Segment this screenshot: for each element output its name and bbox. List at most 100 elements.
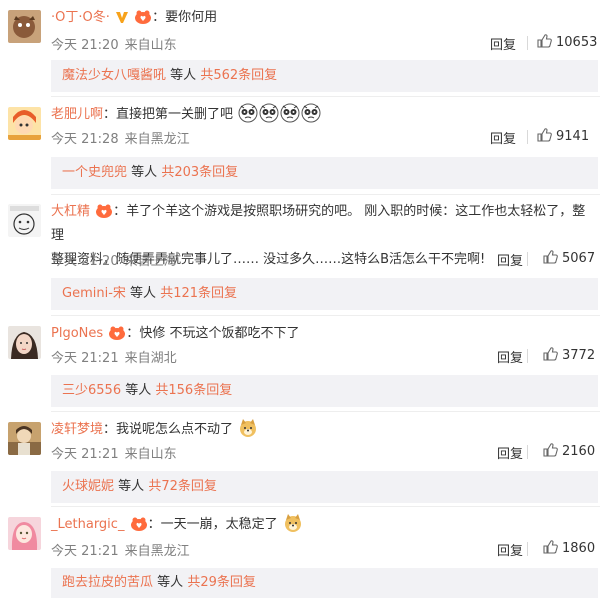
avatar[interactable] xyxy=(8,422,41,455)
sub-reply-user[interactable]: Gemini-宋 xyxy=(62,286,126,301)
avatar[interactable] xyxy=(8,326,41,359)
sub-reply-user[interactable]: 三少6556 xyxy=(62,383,121,398)
avatar[interactable] xyxy=(8,204,41,237)
comment-meta: 今天 21:21 来自湖北 xyxy=(51,347,177,366)
comment-text: 快修 不玩这个饭都吃不下了 xyxy=(139,326,300,341)
username-link[interactable]: _Lethargic_ xyxy=(51,517,124,532)
sub-reply-etc: 等人 xyxy=(131,165,158,180)
comment-time: 今天 21:20 xyxy=(51,38,119,53)
sub-reply-count[interactable]: 共29条回复 xyxy=(187,575,256,590)
avatar[interactable] xyxy=(8,517,41,550)
crying-emoji-icon xyxy=(280,103,300,123)
reply-button[interactable]: 回复 xyxy=(497,250,523,269)
divider xyxy=(527,252,528,266)
comment-time: 今天 21:28 xyxy=(51,132,119,147)
colon-separator: ： xyxy=(152,10,166,25)
sub-reply-user[interactable]: 火球妮妮 xyxy=(62,479,114,494)
reply-button[interactable]: 回复 xyxy=(497,443,523,462)
sub-reply-count[interactable]: 共121条回复 xyxy=(160,286,237,301)
svg-text:♥: ♥ xyxy=(101,209,107,217)
like-button[interactable]: 10653 xyxy=(537,34,597,50)
sub-reply-user[interactable]: 魔法少女八嘎酱吼 xyxy=(62,68,166,83)
reply-button[interactable]: 回复 xyxy=(490,128,516,147)
comment-meta: 今天 21:28 来自黑龙江 xyxy=(51,128,190,147)
comment-separator xyxy=(51,96,600,97)
thumbs-up-icon xyxy=(543,443,558,457)
comment-meta: 今天 21:20 来自山东 xyxy=(51,34,177,53)
avatar[interactable] xyxy=(8,10,41,43)
like-button[interactable]: 3772 xyxy=(543,347,595,363)
username-link[interactable]: 大杠精 xyxy=(51,204,90,219)
username-link[interactable]: PlgoNes xyxy=(51,326,103,341)
like-button[interactable]: 5067 xyxy=(543,250,595,266)
username-link[interactable]: 老肥儿啊 xyxy=(51,107,103,122)
sub-reply-count[interactable]: 共72条回复 xyxy=(148,479,217,494)
colon-separator: ： xyxy=(147,517,161,532)
sub-reply-etc: 等人 xyxy=(118,479,145,494)
reply-button[interactable]: 回复 xyxy=(497,540,523,559)
svg-text:♥: ♥ xyxy=(114,331,120,339)
crying-emoji-icon xyxy=(301,103,321,123)
divider xyxy=(527,445,528,459)
vip-v-icon xyxy=(115,10,129,24)
sub-reply-summary[interactable]: 一个史兜兜 等人 共203条回复 xyxy=(51,157,598,189)
sub-reply-summary[interactable]: 魔法少女八嘎酱吼 等人 共562条回复 xyxy=(51,60,598,92)
comment-separator xyxy=(51,194,600,195)
comment-location: 来自湖北 xyxy=(124,351,177,366)
like-count: 1860 xyxy=(562,541,596,556)
sub-reply-user[interactable]: 一个史兜兜 xyxy=(62,165,127,180)
sub-reply-count[interactable]: 共203条回复 xyxy=(161,165,238,180)
sub-reply-user[interactable]: 跑去拉皮的苦瓜 xyxy=(62,575,153,590)
comment-text: 羊了个羊这个游戏是按照职场研究的吧。 刚入职的时候：这工作也太轻松了，整理 xyxy=(51,204,586,243)
like-count: 5067 xyxy=(562,251,596,266)
comment-meta: 今天 21:21 来自黑龙江 xyxy=(51,540,190,559)
sub-reply-summary[interactable]: 三少6556 等人 共156条回复 xyxy=(51,375,598,407)
thumbs-up-icon xyxy=(543,250,558,264)
comment-time: 今天 21:21 xyxy=(51,351,119,366)
sub-reply-summary[interactable]: 跑去拉皮的苦瓜 等人 共29条回复 xyxy=(51,568,598,598)
sub-reply-count[interactable]: 共156条回复 xyxy=(155,383,232,398)
sub-reply-summary[interactable]: 火球妮妮 等人 共72条回复 xyxy=(51,471,598,503)
comment-location: 来自黑龙江 xyxy=(124,544,190,559)
like-count: 3772 xyxy=(562,348,596,363)
username-link[interactable]: ·O丁·O冬· xyxy=(51,10,110,25)
divider xyxy=(527,542,528,556)
like-button[interactable]: 9141 xyxy=(537,128,589,144)
colon-separator: ： xyxy=(103,422,117,437)
thumbs-up-icon xyxy=(537,128,552,142)
like-button[interactable]: 2160 xyxy=(543,443,595,459)
comment-location: 来自上海 xyxy=(124,254,177,269)
fan-badge-icon: ♥ xyxy=(134,10,152,24)
sub-reply-count[interactable]: 共562条回复 xyxy=(200,68,277,83)
avatar[interactable] xyxy=(8,107,41,140)
username-link[interactable]: 凌轩梦境 xyxy=(51,422,103,437)
crying-emoji-icon xyxy=(238,103,258,123)
reply-button[interactable]: 回复 xyxy=(490,34,516,53)
sub-reply-etc: 等人 xyxy=(130,286,157,301)
comment-text: 直接把第一关删了吧 xyxy=(116,107,234,122)
colon-separator: ： xyxy=(103,107,117,122)
comment-location: 来自山东 xyxy=(124,447,177,462)
fan-badge-icon: ♥ xyxy=(95,204,113,218)
reply-button[interactable]: 回复 xyxy=(497,347,523,366)
like-count: 9141 xyxy=(556,129,590,144)
comment-separator xyxy=(51,411,600,412)
comment-separator xyxy=(51,506,600,507)
comment-time: 今天 21:21 xyxy=(51,447,119,462)
fan-badge-icon: ♥ xyxy=(108,326,126,340)
doge-emoji-icon xyxy=(238,418,258,438)
sub-reply-summary[interactable]: Gemini-宋 等人 共121条回复 xyxy=(51,278,598,310)
thumbs-up-icon xyxy=(543,347,558,361)
divider xyxy=(527,36,528,50)
comment-meta: 今天 21:20 来自上海 xyxy=(51,250,177,269)
svg-text:♥: ♥ xyxy=(135,522,141,530)
divider xyxy=(527,130,528,144)
like-button[interactable]: 1860 xyxy=(543,540,595,556)
doge-emoji-icon xyxy=(283,513,303,533)
thumbs-up-icon xyxy=(537,34,552,48)
comment-time: 今天 21:20 xyxy=(51,254,119,269)
like-count: 2160 xyxy=(562,444,596,459)
comment-location: 来自山东 xyxy=(124,38,177,53)
fan-badge-icon: ♥ xyxy=(130,517,148,531)
comment-time: 今天 21:21 xyxy=(51,544,119,559)
